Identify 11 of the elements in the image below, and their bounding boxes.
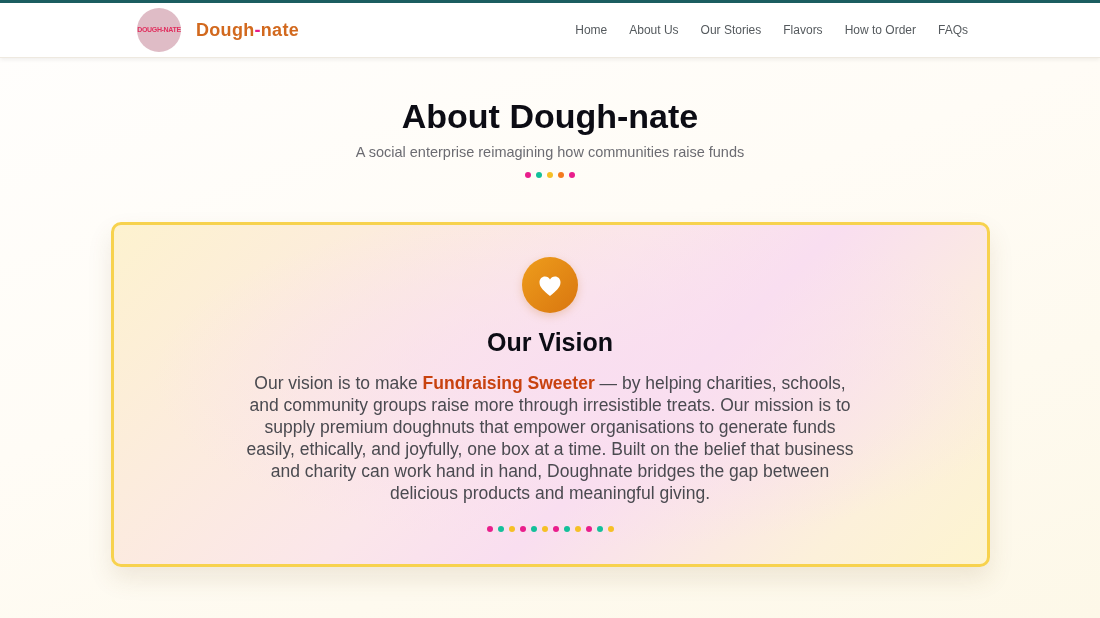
page-title: About Dough-nate — [401, 96, 699, 137]
page-subtitle: A social enterprise reimagining how communities raise funds — [355, 143, 745, 162]
nav-link[interactable]: About Us — [629, 23, 679, 37]
nav-link[interactable]: Flavors — [783, 23, 823, 37]
nav-link[interactable]: FAQs — [938, 23, 968, 37]
nav-link[interactable]: How to Order — [844, 23, 916, 37]
nav-link[interactable]: Home — [575, 23, 608, 37]
brand-name[interactable]: Dough-nate — [196, 19, 299, 41]
card-title: Our Vision — [487, 327, 613, 358]
vision-paragraph: Our vision is to make Fundraising Sweeter — by helping charities, schools, and community groups raise more through irresistible treats. Our mission is to supply premium doughnuts that empower organisations to generate funds easily, ethically, and joyfully, one box at a time. Built on the belief that business and charity can work hand in hand, Doughnate bridges the gap between delicious products and meaningful giving. — [245, 372, 855, 504]
nav-link[interactable]: Our Stories — [700, 23, 762, 37]
